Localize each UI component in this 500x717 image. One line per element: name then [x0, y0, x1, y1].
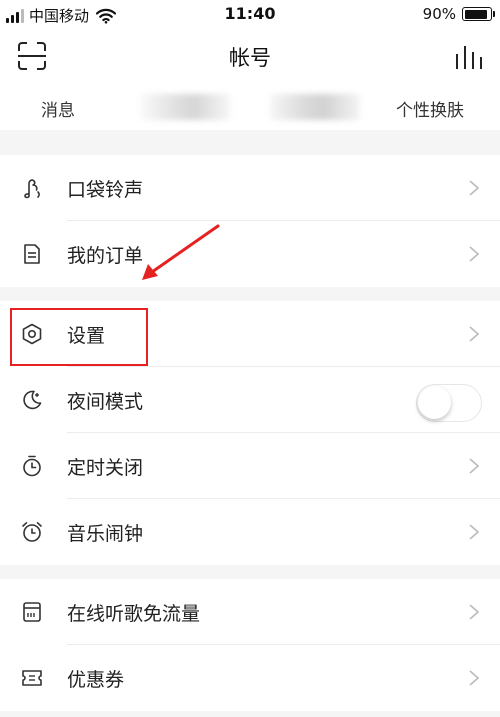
- account-page: 中国移动 11:40 90% 帐号 消息 个性换肤 口袋铃声 我的订单 设置 夜…: [0, 0, 500, 717]
- menu-label-night-mode: 夜间模式: [67, 391, 144, 413]
- menu-item-night-mode[interactable]: 夜间模式: [0, 367, 500, 433]
- night-mode-toggle[interactable]: [416, 384, 482, 422]
- menu-item-timer-close[interactable]: 定时关闭: [0, 433, 500, 499]
- menu-label-coupons: 优惠券: [67, 669, 125, 691]
- ringtone-icon: [24, 179, 40, 199]
- alarm-clock-icon: [22, 522, 42, 542]
- menu-item-orders[interactable]: 我的订单: [0, 221, 500, 287]
- moon-icon: [23, 390, 42, 410]
- nav-bar: 帐号: [0, 30, 500, 82]
- battery-percent: 90%: [422, 5, 456, 23]
- menu-label-timer-close: 定时关闭: [67, 457, 144, 479]
- chevron-right-icon: [469, 604, 480, 620]
- menu-item-free-data[interactable]: 在线听歌免流量: [0, 579, 500, 645]
- blurred-tab[interactable]: [140, 94, 230, 120]
- menu-label-alarm: 音乐闹钟: [67, 523, 144, 545]
- page-title: 帐号: [229, 46, 271, 70]
- coupon-icon: [22, 670, 42, 686]
- section-gap: [0, 711, 500, 717]
- chevron-right-icon: [469, 326, 480, 342]
- chevron-right-icon: [469, 458, 480, 474]
- menu-item-coupons[interactable]: 优惠券: [0, 645, 500, 711]
- status-bar: 中国移动 11:40 90%: [0, 0, 500, 30]
- status-right: 90%: [422, 5, 495, 23]
- menu-label-free-data: 在线听歌免流量: [67, 603, 201, 625]
- tab-skin[interactable]: 个性换肤: [396, 96, 464, 121]
- section-gap: [0, 287, 500, 301]
- section-gap: [0, 565, 500, 579]
- chevron-right-icon: [469, 246, 480, 262]
- menu-item-ringtone[interactable]: 口袋铃声: [0, 155, 500, 221]
- tab-messages[interactable]: 消息: [41, 96, 75, 121]
- menu-label-orders: 我的订单: [67, 245, 144, 267]
- sim-card-icon: [23, 602, 41, 622]
- chevron-right-icon: [469, 180, 480, 196]
- chevron-right-icon: [469, 670, 480, 686]
- annotation-highlight-box: [10, 308, 148, 366]
- blurred-tab[interactable]: [270, 94, 360, 120]
- timer-icon: [23, 455, 41, 477]
- account-tabs: 消息 个性换肤: [0, 82, 500, 130]
- toggle-knob: [418, 386, 451, 419]
- section-gap: [0, 130, 500, 155]
- battery-icon: [462, 7, 495, 21]
- annotation-arrow-icon: [142, 224, 220, 280]
- chevron-right-icon: [469, 524, 480, 540]
- document-icon: [24, 244, 40, 264]
- stats-icon[interactable]: [454, 44, 484, 70]
- menu-item-alarm[interactable]: 音乐闹钟: [0, 499, 500, 565]
- menu-label-ringtone: 口袋铃声: [67, 179, 144, 201]
